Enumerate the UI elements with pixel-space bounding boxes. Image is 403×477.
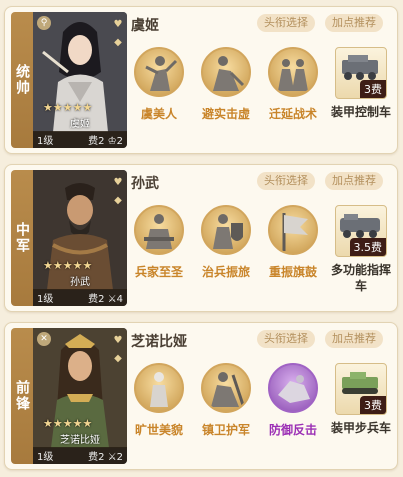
skill-name: 镇卫护军 [201, 423, 250, 437]
guard-icon [201, 363, 251, 413]
counter-attack-icon [268, 363, 318, 413]
sage-icon [134, 205, 184, 255]
skill-2[interactable]: 避实击虚 [194, 47, 258, 122]
skill-3[interactable]: 防御反击 [261, 363, 325, 438]
heart-icon: ♥ [113, 18, 123, 30]
skill-name: 避实击虚 [201, 107, 250, 121]
skill-name: 兵家至圣 [134, 265, 183, 279]
hero-level: 1级 [37, 294, 54, 305]
role-label: 前锋 [11, 328, 33, 464]
role-label: 中军 [11, 170, 33, 306]
general-name: 虞姬 [131, 18, 159, 34]
hero-stats-bar: 1级 费2 ♔2 [33, 131, 127, 148]
hero-stats-bar: 1级 费2 ⚔2 [33, 447, 127, 464]
skill-name: 虞美人 [140, 107, 177, 121]
lock-icon[interactable]: ⚲ [37, 16, 51, 30]
hero-extra: 2 [116, 452, 123, 463]
skill-name: 迁延战术 [268, 107, 317, 121]
title-select-button[interactable]: 头衔选择 [257, 172, 315, 190]
general-card-1: 统帅 ⚲ ♥ ◆ ★★★★★ 虞姬 1级 费2 ♔2 虞姬 头衔选择 加点推荐 … [4, 6, 398, 154]
equip-name: 装甲控制车 [331, 105, 392, 119]
equip-name: 多功能指挥车 [331, 263, 392, 293]
equip-name: 装甲步兵车 [331, 421, 392, 435]
troop-icon: ⚔ [107, 294, 117, 305]
equipment-slot[interactable]: 3费 装甲控制车 [331, 47, 391, 120]
troop-icon: ⚔ [107, 452, 117, 463]
point-recommend-button[interactable]: 加点推荐 [325, 172, 383, 190]
point-recommend-button[interactable]: 加点推荐 [325, 14, 383, 32]
title-select-button[interactable]: 头衔选择 [257, 14, 315, 32]
hero-cost: 费2 [88, 452, 105, 463]
hero-cost: 费2 [88, 294, 105, 305]
crossed-swords-icon[interactable]: ✕ [37, 332, 51, 346]
hero-level: 1级 [37, 136, 54, 147]
hero-cost-wrap: 费2 ⚔4 [88, 290, 123, 305]
banner-icon [268, 205, 318, 255]
hero-stars: ★★★★★ [43, 259, 93, 272]
soldiers-icon [268, 47, 318, 97]
command-vehicle-icon: 3.5费 [335, 205, 387, 257]
hero-name: 芝诺比娅 [60, 435, 100, 446]
skill-name: 旷世美貌 [134, 423, 183, 437]
gem-icon: ◆ [114, 194, 122, 206]
equipment-slot[interactable]: 3.5费 多功能指挥车 [331, 205, 391, 294]
hero-name: 孙武 [70, 277, 90, 288]
equip-cost: 3费 [360, 80, 386, 98]
equip-cost: 3费 [360, 396, 386, 414]
dancer-icon [134, 47, 184, 97]
general-name: 芝诺比娅 [131, 334, 187, 350]
role-label: 统帅 [11, 12, 33, 148]
general-card-3: 前锋 ✕ ♥ ◆ ★★★★★ 芝诺比娅 1级 费2 ⚔2 芝诺比娅 头衔选择 加… [4, 322, 398, 470]
infantry-vehicle-icon: 3费 [335, 363, 387, 415]
armored-tank-icon: 3费 [335, 47, 387, 99]
skill-name: 重振旗鼓 [268, 265, 317, 279]
knight-shield-icon [201, 205, 251, 255]
hero-stars: ★★★★★ [43, 101, 93, 114]
skill-1[interactable]: 兵家至圣 [127, 205, 191, 280]
hero-stats-bar: 1级 费2 ⚔4 [33, 289, 127, 306]
hero-extra: 4 [116, 294, 123, 305]
troop-icon: ♔ [107, 136, 117, 147]
warrior-crouch-icon [201, 47, 251, 97]
hero-portrait[interactable]: ♥ ◆ ★★★★★ 孙武 1级 费2 ⚔4 [33, 170, 127, 306]
skill-name: 防御反击 [268, 423, 317, 437]
equipment-slot[interactable]: 3费 装甲步兵车 [331, 363, 391, 436]
hero-level: 1级 [37, 452, 54, 463]
skill-3[interactable]: 重振旗鼓 [261, 205, 325, 280]
hero-portrait[interactable]: ✕ ♥ ◆ ★★★★★ 芝诺比娅 1级 费2 ⚔2 [33, 328, 127, 464]
queen-statue-icon [134, 363, 184, 413]
hero-art-zenobia [33, 328, 127, 448]
skill-1[interactable]: 旷世美貌 [127, 363, 191, 438]
skill-2[interactable]: 治兵振旅 [194, 205, 258, 280]
skill-2[interactable]: 镇卫护军 [194, 363, 258, 438]
hero-extra: 2 [116, 136, 123, 147]
skill-3[interactable]: 迁延战术 [261, 47, 325, 122]
point-recommend-button[interactable]: 加点推荐 [325, 330, 383, 348]
heart-icon: ♥ [113, 334, 123, 346]
title-select-button[interactable]: 头衔选择 [257, 330, 315, 348]
gem-icon: ◆ [114, 352, 122, 364]
hero-name: 虞姬 [70, 119, 90, 130]
skill-name: 治兵振旅 [201, 265, 250, 279]
gem-icon: ◆ [114, 36, 122, 48]
hero-cost-wrap: 费2 ♔2 [88, 132, 123, 147]
heart-icon: ♥ [113, 176, 123, 188]
hero-art-sunwu [33, 170, 127, 290]
equip-cost: 3.5费 [349, 238, 386, 256]
general-card-2: 中军 ♥ ◆ ★★★★★ 孙武 1级 费2 ⚔4 孙武 头衔选择 加点推荐 兵家… [4, 164, 398, 312]
hero-portrait[interactable]: ⚲ ♥ ◆ ★★★★★ 虞姬 1级 费2 ♔2 [33, 12, 127, 148]
hero-art-yuji [33, 12, 127, 132]
general-name: 孙武 [131, 176, 159, 192]
skill-1[interactable]: 虞美人 [127, 47, 191, 122]
hero-stars: ★★★★★ [43, 417, 93, 430]
hero-cost-wrap: 费2 ⚔2 [88, 448, 123, 463]
hero-cost: 费2 [88, 136, 105, 147]
